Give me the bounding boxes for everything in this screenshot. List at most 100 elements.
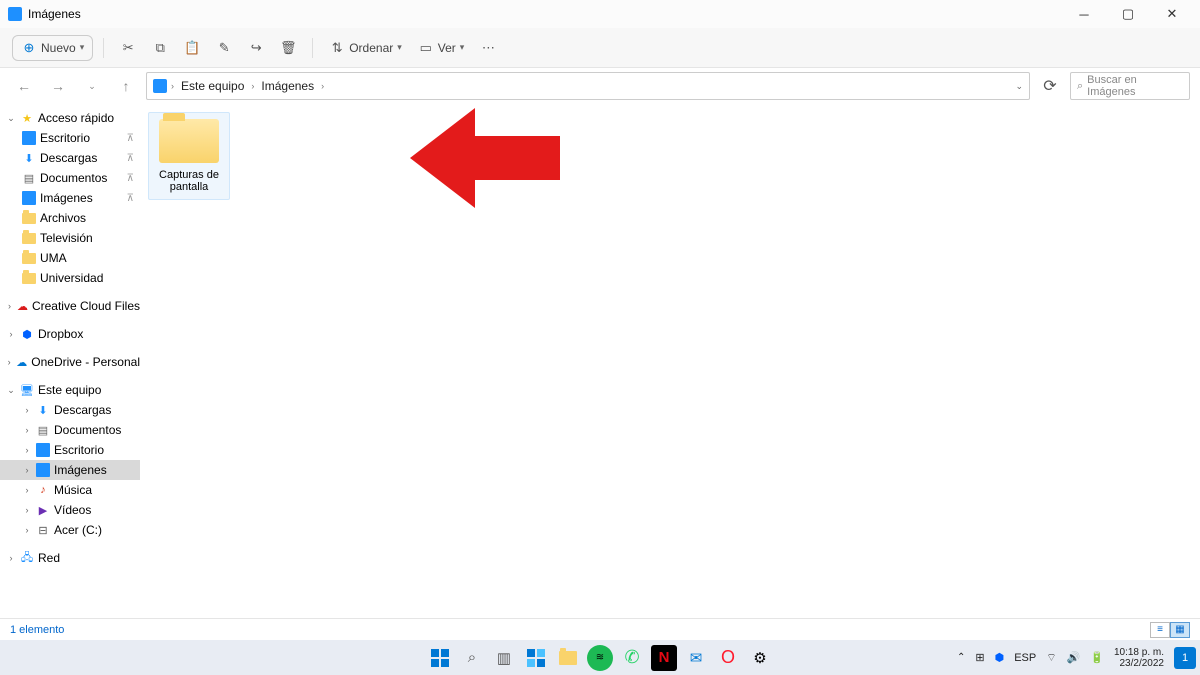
copy-button[interactable]: ⧉: [146, 36, 174, 60]
separator: [312, 38, 313, 58]
sidebar-downloads[interactable]: ⬇Descargas⊼: [0, 148, 140, 168]
sidebar-television[interactable]: Televisión: [0, 228, 140, 248]
grid-view-button[interactable]: ▦: [1170, 622, 1190, 638]
window-title: Imágenes: [28, 7, 81, 21]
widgets-button[interactable]: [523, 645, 549, 671]
sidebar-pictures[interactable]: Imágenes⊼: [0, 188, 140, 208]
sidebar-pc-downloads[interactable]: ›⬇Descargas: [0, 400, 140, 420]
network-icon: 🖧: [20, 551, 34, 565]
opera-button[interactable]: O: [715, 645, 741, 671]
more-button[interactable]: ⋯: [474, 36, 502, 60]
sidebar-pc-drive[interactable]: ›⊟Acer (C:): [0, 520, 140, 540]
netflix-button[interactable]: N: [651, 645, 677, 671]
desktop-icon: [22, 131, 36, 145]
folder-label: Capturas de pantalla: [155, 169, 223, 193]
sidebar-pc-videos[interactable]: ›▶Vídeos: [0, 500, 140, 520]
mail-button[interactable]: ✉: [683, 645, 709, 671]
tray-chevron-icon[interactable]: ⌃: [957, 652, 965, 663]
sidebar-desktop[interactable]: Escritorio⊼: [0, 128, 140, 148]
language-indicator[interactable]: ESP: [1014, 652, 1036, 664]
delete-button[interactable]: 🗑: [274, 36, 302, 60]
sidebar-onedrive[interactable]: ›☁OneDrive - Personal: [0, 352, 140, 372]
sidebar-pc-pictures[interactable]: › Imágenes: [0, 460, 140, 480]
desktop-icon: [36, 443, 50, 457]
sort-icon: ⇅: [329, 40, 345, 56]
more-icon: ⋯: [480, 40, 496, 56]
share-button[interactable]: ↪: [242, 36, 270, 60]
dropbox-icon: ⬢: [20, 327, 34, 341]
sidebar-archivos[interactable]: Archivos: [0, 208, 140, 228]
spotify-button[interactable]: ≋: [587, 645, 613, 671]
status-count: 1 elemento: [10, 624, 64, 636]
sidebar-pc-music[interactable]: ›♪Música: [0, 480, 140, 500]
sidebar-creative-cloud[interactable]: ›☁Creative Cloud Files: [0, 296, 140, 316]
task-view-button[interactable]: ▥: [491, 645, 517, 671]
sidebar-universidad[interactable]: Universidad: [0, 268, 140, 288]
clock[interactable]: 10:18 p. m. 23/2/2022: [1114, 647, 1164, 669]
close-button[interactable]: ✕: [1150, 0, 1194, 28]
sidebar-pc-documents[interactable]: ›▤Documentos: [0, 420, 140, 440]
battery-icon[interactable]: 🔋: [1090, 651, 1104, 664]
download-icon: ⬇: [22, 151, 36, 165]
search-placeholder: Buscar en Imágenes: [1087, 74, 1183, 98]
explorer-button[interactable]: [555, 645, 581, 671]
settings-button[interactable]: ⚙: [747, 645, 773, 671]
wifi-icon[interactable]: ⌔: [1046, 651, 1056, 665]
view-label: Ver: [438, 41, 456, 55]
document-icon: ▤: [22, 171, 36, 185]
cut-button[interactable]: ✂: [114, 36, 142, 60]
sidebar-pc-desktop[interactable]: › Escritorio: [0, 440, 140, 460]
search-input[interactable]: ⌕ Buscar en Imágenes: [1070, 72, 1190, 100]
pin-icon: ⊼: [127, 133, 134, 144]
breadcrumb-root[interactable]: Este equipo: [178, 79, 247, 93]
view-icon: ▭: [418, 40, 434, 56]
content-area: Capturas de pantalla: [140, 104, 1200, 618]
sort-button[interactable]: ⇅ Ordenar ▾: [323, 36, 408, 60]
breadcrumb-current[interactable]: Imágenes: [258, 79, 317, 93]
folder-capturas[interactable]: Capturas de pantalla: [148, 112, 230, 200]
list-view-button[interactable]: ≡: [1150, 622, 1170, 638]
sidebar-uma[interactable]: UMA: [0, 248, 140, 268]
sidebar-network[interactable]: ›🖧Red: [0, 548, 140, 568]
new-button[interactable]: ⊕ Nuevo ▾: [12, 35, 93, 61]
recent-button[interactable]: ⌄: [78, 72, 106, 100]
volume-icon[interactable]: 🔊: [1067, 651, 1081, 664]
drive-icon: ⊟: [36, 523, 50, 537]
tray-app-icon[interactable]: ⊞: [975, 651, 984, 664]
taskbar: ⌕ ▥ ≋ ✆ N ✉ O ⚙ ⌃ ⊞ ⬢ ESP ⌔ 🔊 🔋 10:18 p.…: [0, 640, 1200, 675]
forward-button[interactable]: →: [44, 72, 72, 100]
refresh-button[interactable]: ⟳: [1036, 72, 1064, 100]
music-icon: ♪: [36, 483, 50, 497]
address-bar[interactable]: › Este equipo › Imágenes › ⌄: [146, 72, 1030, 100]
sidebar: ⌄★Acceso rápido Escritorio⊼ ⬇Descargas⊼ …: [0, 104, 140, 618]
paste-button[interactable]: 📋: [178, 36, 206, 60]
folder-icon: [159, 119, 219, 163]
copy-icon: ⧉: [152, 40, 168, 56]
whatsapp-button[interactable]: ✆: [619, 645, 645, 671]
minimize-button[interactable]: ─: [1062, 0, 1106, 28]
clipboard-icon: 📋: [184, 40, 200, 56]
chevron-down-icon[interactable]: ⌄: [1015, 81, 1023, 92]
cloud-icon: ☁: [17, 299, 28, 313]
chevron-right-icon: ›: [249, 81, 256, 91]
titlebar: Imágenes ─ ▢ ✕: [0, 0, 1200, 28]
up-button[interactable]: ↑: [112, 72, 140, 100]
maximize-button[interactable]: ▢: [1106, 0, 1150, 28]
notification-button[interactable]: 1: [1174, 647, 1196, 669]
sidebar-this-pc[interactable]: ⌄🖥Este equipo: [0, 380, 140, 400]
sidebar-documents[interactable]: ▤Documentos⊼: [0, 168, 140, 188]
pictures-icon: [36, 463, 50, 477]
rename-button[interactable]: ✎: [210, 36, 238, 60]
back-button[interactable]: ←: [10, 72, 38, 100]
sidebar-quick-access[interactable]: ⌄★Acceso rápido: [0, 108, 140, 128]
start-button[interactable]: [427, 645, 453, 671]
view-button[interactable]: ▭ Ver ▾: [412, 36, 471, 60]
scissors-icon: ✂: [120, 40, 136, 56]
cloud-icon: ☁: [16, 355, 27, 369]
separator: [103, 38, 104, 58]
plus-circle-icon: ⊕: [21, 40, 37, 56]
sidebar-dropbox[interactable]: ›⬢Dropbox: [0, 324, 140, 344]
search-button[interactable]: ⌕: [459, 645, 485, 671]
annotation-arrow-icon: [410, 104, 560, 218]
tray-dropbox-icon[interactable]: ⬢: [995, 651, 1005, 664]
